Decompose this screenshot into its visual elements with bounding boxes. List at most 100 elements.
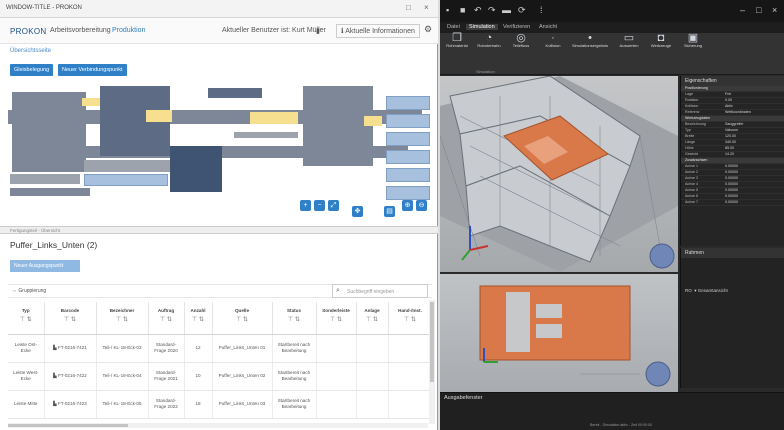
pin-icon[interactable]: ⁞ [540,5,543,15]
buffer-marker[interactable] [364,116,382,126]
filter-icon[interactable]: ⊤ ⇅ [149,316,184,323]
column-header[interactable]: Sonderleiste ⊤ ⇅ [316,302,357,335]
3d-viewport[interactable] [440,76,678,272]
pan-icon[interactable]: ✥ [352,206,363,217]
table-row[interactable]: Leiste Ost-Ecke ▙ FT-0216-7421 Teil-/ KL… [8,334,433,363]
ribbon-button-teilefluss[interactable]: ◎ Teilefluss [506,33,536,49]
filter-icon[interactable]: ⊤ ⇅ [185,316,212,323]
property-key: Breite [685,134,695,138]
expand-icon[interactable]: ⊕ [402,200,413,211]
gleisbelegung-button[interactable]: Gleisbelegung [10,64,54,76]
property-row[interactable]: Achse 7 0.00000 [681,200,784,206]
column-header[interactable]: Bezeichner ⊤ ⇅ [96,302,149,335]
save-icon: ▣ [687,32,699,44]
station-right[interactable] [303,86,373,166]
close-icon[interactable]: × [424,3,429,12]
close-icon[interactable]: × [772,5,777,15]
cell-plant [356,390,389,419]
layer-icon[interactable]: ▤ [384,206,395,217]
collapse-icon[interactable]: ⊖ [416,200,427,211]
camera-icon[interactable]: ▬ [502,5,511,15]
horizontal-scrollbar[interactable] [8,423,428,428]
minimize-icon[interactable]: – [740,5,745,15]
table-row[interactable]: Leiste West-Ecke ▙ FT-0216-7422 Teil-/ K… [8,362,433,391]
buffer-box[interactable] [386,150,430,164]
column-header[interactable]: Auftrag ⊤ ⇅ [148,302,185,335]
filter-icon[interactable]: ⊤ ⇅ [389,316,432,323]
axis-y-icon [461,249,471,261]
ribbon-button-roboterbahn[interactable]: ◔ Roboterbahn [474,33,504,49]
column-header[interactable]: Anzahl ⊤ ⇅ [184,302,213,335]
filter-icon[interactable]: ⊤ ⇅ [213,316,272,323]
2d-viewport[interactable] [440,274,678,392]
plant-layout-canvas[interactable] [8,80,434,220]
search-input[interactable]: ⌕ Suchbegriff eingeben [332,284,428,298]
zoom-fit-icon[interactable]: ⤢ [328,200,339,211]
grouping-toggle[interactable]: ⇔ Gruppierung [12,288,46,294]
buffer-box[interactable] [386,96,430,110]
notification-icon[interactable]: ▮ [316,27,320,35]
tab-verifizieren[interactable]: Verifizieren [500,24,533,30]
tab-datei[interactable]: Datei [444,24,463,30]
tab-ansicht[interactable]: Ansicht [536,24,560,30]
app-menu-icon[interactable]: ▪ [446,5,449,15]
buffer-marker[interactable] [82,98,100,106]
ribbon-button-sicherung[interactable]: ▣ Sicherung [678,32,708,49]
property-value: 0.00000 [725,200,738,204]
scroll-thumb[interactable] [430,302,434,382]
ribbon-button-auswerten[interactable]: ▭ Auswerten [614,33,644,49]
maximize-icon[interactable]: □ [756,5,761,15]
vertical-scrollbar[interactable] [429,300,435,424]
ribbon-button-werkzeuge[interactable]: ◘ Werkzeuge [646,33,676,49]
breadcrumb[interactable]: Übersichtsseite [10,48,51,54]
station-top[interactable] [208,88,262,98]
buffer-box[interactable] [84,174,168,186]
filter-icon[interactable]: ⊤ ⇅ [317,316,356,323]
ribbon-button-kollision[interactable]: · Kollision [538,33,568,49]
undo-icon[interactable]: ↶ [474,5,482,16]
maximize-icon[interactable]: □ [406,3,411,12]
refresh-icon[interactable]: ⟳ [518,5,526,16]
panel-splitter[interactable]: Fertigungsteil - Übersicht [0,226,438,234]
menu-item-arbeitsvorbereitung[interactable]: Arbeitsvorbereitung [50,27,111,34]
zoom-out-icon[interactable]: − [314,200,325,211]
ribbon-button-simulationsergebnis[interactable]: • Simulationsergebnis [570,33,610,49]
filter-icon[interactable]: ⊤ ⇅ [8,316,44,323]
save-icon[interactable]: ■ [460,5,465,15]
filter-icon[interactable]: ⊤ ⇅ [45,316,96,323]
table-row[interactable]: Leiste Mitte ▙ FT-0216-7423 Teil-/ KL-18… [8,390,433,419]
column-header[interactable]: Barcode ⊤ ⇅ [44,302,97,335]
column-header[interactable]: Quelle ⊤ ⇅ [212,302,273,335]
info-button[interactable]: ℹ Aktuelle Informationen [336,24,420,38]
filter-icon[interactable]: ⊤ ⇅ [357,316,388,323]
buffer-box[interactable] [386,168,430,182]
robot-cell[interactable] [170,146,222,192]
new-connection-button[interactable]: Neuer Verbindungspunkt [58,64,127,76]
redo-icon[interactable]: ↷ [488,5,496,16]
station-left[interactable] [12,92,86,172]
column-header[interactable]: Hand-/Inst. ⊤ ⇅ [388,302,433,335]
buffer-marker[interactable] [146,110,172,122]
column-header[interactable]: Typ ⊤ ⇅ [8,302,45,335]
buffer-box[interactable] [386,186,430,200]
buffer-marker[interactable] [250,112,298,124]
frame-row[interactable]: RO ▾ Gesamtansicht [685,288,728,294]
column-header[interactable]: Anlage ⊤ ⇅ [356,302,389,335]
view-cube-icon[interactable] [649,243,675,269]
zoom-in-icon[interactable]: + [300,200,311,211]
tab-simulation[interactable]: Simulation [466,24,498,30]
ribbon-button-rohmaterial[interactable]: ❒ Rohmaterial [442,33,472,49]
filter-icon[interactable]: ⊤ ⇅ [97,316,148,323]
scroll-thumb[interactable] [8,424,128,427]
cell-order: Standard-Frage 2021 [148,362,185,391]
new-start-point-button[interactable]: Neuer Ausgangspunkt [10,260,80,272]
settings-gear-icon[interactable]: ⚙ [424,24,432,35]
column-header[interactable]: Status ⊤ ⇅ [272,302,317,335]
filter-icon[interactable]: ⊤ ⇅ [273,316,316,323]
app-logo: PROKON [10,27,47,36]
view-cube-icon[interactable] [645,361,671,387]
buffer-box[interactable] [386,114,430,128]
menu-item-produktion[interactable]: Produktion [112,27,145,34]
property-key: Achse 3 [685,176,698,180]
buffer-box[interactable] [386,132,430,146]
